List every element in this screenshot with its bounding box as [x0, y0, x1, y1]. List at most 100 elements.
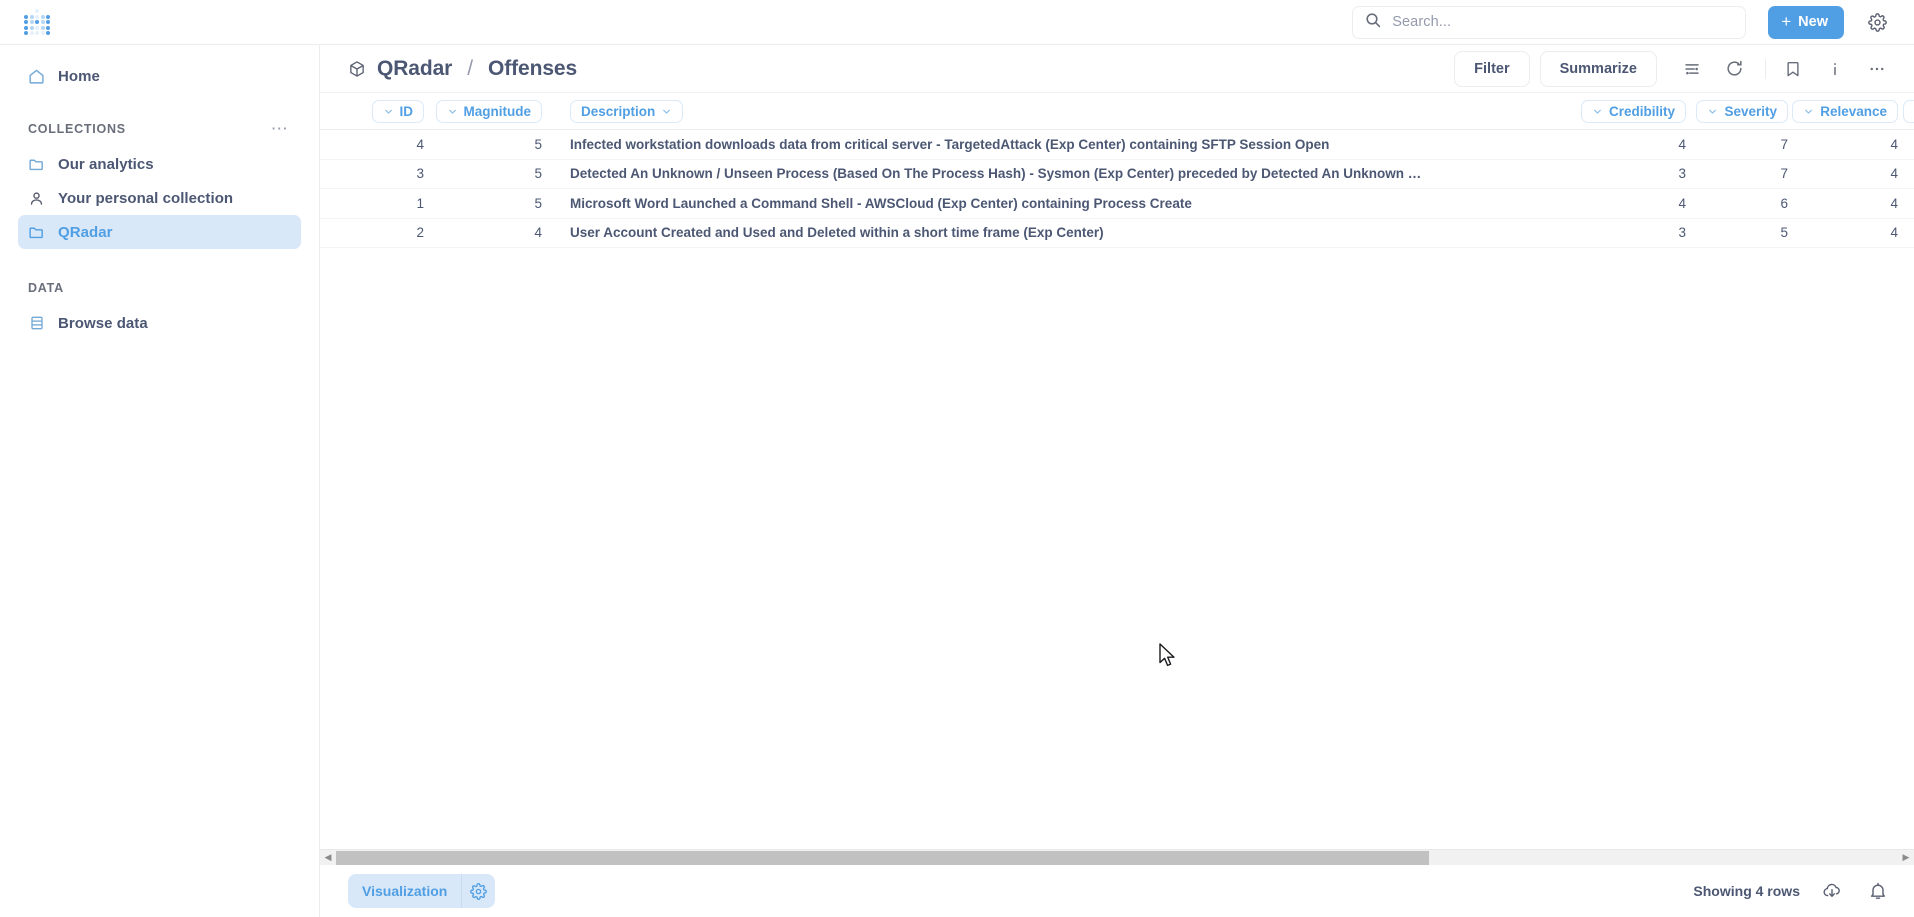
question-header: QRadar / Offenses Filter Summarize — [320, 45, 1914, 92]
cell-relevance[interactable]: 4 — [1802, 218, 1912, 248]
cell-severity[interactable]: 6 — [1700, 188, 1802, 219]
column-header-label: ID — [399, 103, 414, 119]
visualization-control-group: Visualization — [348, 874, 496, 908]
cell-description[interactable]: Infected workstation downloads data from… — [556, 129, 1582, 160]
column-pill-magnitude[interactable]: Magnitude — [435, 99, 542, 123]
visualization-button[interactable]: Visualization — [348, 874, 461, 908]
app-root: Search... + New Home COLLECTIONS ⋯ Our a… — [0, 0, 1914, 917]
column-pill-severity[interactable]: Severity — [1696, 99, 1788, 123]
column-header-description[interactable]: Description — [556, 93, 1582, 130]
sidebar-item-label: Browse data — [58, 314, 148, 332]
cell-credibility[interactable]: 3 — [1582, 218, 1700, 248]
column-header-label: Description — [581, 103, 656, 119]
column-header-credibility[interactable]: Credibility — [1580, 93, 1700, 130]
column-pill-credibility[interactable]: Credibility — [1580, 99, 1686, 123]
scrollbar-thumb[interactable] — [336, 850, 1430, 865]
data-list: Browse data — [0, 306, 319, 340]
row-count-label: Showing 4 rows — [1693, 883, 1800, 899]
cell-description[interactable]: Microsoft Word Launched a Command Shell … — [556, 188, 1582, 219]
column-pill-id[interactable]: ID — [371, 99, 424, 123]
cell-id[interactable]: 2 — [320, 218, 438, 248]
info-icon[interactable] — [1820, 54, 1850, 84]
sidebar-item-label: Home — [58, 67, 100, 85]
cell-credibility[interactable]: 4 — [1582, 129, 1700, 160]
folder-icon — [28, 224, 45, 241]
cell-credibility[interactable]: 3 — [1582, 159, 1700, 189]
scrollbar-track[interactable] — [336, 850, 1898, 866]
home-icon — [28, 68, 45, 85]
cloud-download-icon[interactable] — [1818, 877, 1846, 905]
scroll-left-arrow[interactable]: ◀ — [320, 852, 336, 863]
column-header-label: Credibility — [1608, 103, 1675, 119]
visualization-settings-gear-icon[interactable] — [461, 874, 495, 908]
list-settings-icon[interactable] — [1677, 54, 1707, 84]
column-header-relevance[interactable]: Relevance — [1792, 93, 1912, 130]
column-header-label: Severity — [1724, 103, 1777, 119]
table-header: ID Magnitude Description Credibility Sev… — [320, 93, 1914, 130]
plus-icon: + — [1781, 12, 1792, 31]
ellipsis-icon[interactable] — [1862, 54, 1892, 84]
new-button-label: New — [1798, 14, 1828, 30]
summarize-button[interactable]: Summarize — [1539, 50, 1657, 87]
cell-magnitude[interactable]: 5 — [438, 188, 556, 219]
breadcrumb-separator: / — [467, 56, 474, 80]
sidebar-item-home[interactable]: Home — [18, 59, 301, 93]
cell-description[interactable]: User Account Created and Used and Delete… — [556, 218, 1582, 248]
column-pill-eventcount[interactable]: Eventcount — [1903, 99, 1914, 123]
cell-credibility[interactable]: 4 — [1582, 188, 1700, 219]
search-bar[interactable]: Search... — [1352, 5, 1747, 39]
cell-id[interactable]: 3 — [320, 159, 438, 189]
column-header-label: Magnitude — [463, 103, 532, 119]
header-divider — [1765, 58, 1766, 79]
cell-description[interactable]: Detected An Unknown / Unseen Process (Ba… — [556, 159, 1582, 189]
column-header-id[interactable]: ID — [320, 93, 438, 130]
bookmark-icon[interactable] — [1778, 54, 1808, 84]
cell-relevance[interactable]: 4 — [1802, 129, 1912, 160]
results-table: ID Magnitude Description Credibility Sev… — [320, 93, 1914, 248]
bell-icon[interactable] — [1864, 877, 1892, 905]
scroll-right-arrow[interactable]: ▶ — [1898, 852, 1914, 863]
collections-more-icon[interactable]: ⋯ — [269, 120, 291, 137]
cell-id[interactable]: 1 — [320, 188, 438, 219]
breadcrumb[interactable]: QRadar / Offenses — [348, 57, 577, 81]
sidebar-item-qradar[interactable]: QRadar — [18, 215, 301, 249]
new-button[interactable]: + New — [1768, 5, 1844, 39]
column-header-severity[interactable]: Severity — [1696, 93, 1802, 130]
cell-relevance[interactable]: 4 — [1802, 188, 1912, 219]
cell-magnitude[interactable]: 5 — [438, 129, 556, 160]
breadcrumb-collection[interactable]: QRadar — [377, 57, 452, 81]
column-pill-relevance[interactable]: Relevance — [1792, 99, 1898, 123]
cell-severity[interactable]: 7 — [1700, 159, 1802, 189]
column-header-magnitude[interactable]: Magnitude — [435, 93, 556, 130]
metabase-logo[interactable] — [24, 9, 50, 35]
sidebar-item-our-analytics[interactable]: Our analytics — [18, 147, 301, 181]
cell-magnitude[interactable]: 5 — [438, 159, 556, 189]
collections-section-title: COLLECTIONS — [28, 122, 126, 136]
cell-severity[interactable]: 5 — [1700, 218, 1802, 248]
cell-magnitude[interactable]: 4 — [438, 218, 556, 248]
cell-severity[interactable]: 7 — [1700, 129, 1802, 160]
app-body: Home COLLECTIONS ⋯ Our analytics Your pe… — [0, 45, 1914, 917]
column-pill-description[interactable]: Description — [570, 99, 684, 123]
sidebar-item-your-personal-collection[interactable]: Your personal collection — [18, 181, 301, 215]
settings-gear-icon[interactable] — [1864, 9, 1890, 35]
data-section-title: DATA — [28, 281, 64, 295]
cell-id[interactable]: 4 — [320, 129, 438, 160]
sidebar-item-label: Our analytics — [58, 155, 154, 173]
chevron-down-icon — [447, 106, 458, 117]
column-header-label: Relevance — [1820, 103, 1887, 119]
filter-button[interactable]: Filter — [1454, 50, 1530, 87]
horizontal-scrollbar[interactable]: ◀ ▶ — [320, 849, 1914, 865]
refresh-icon[interactable] — [1719, 54, 1749, 84]
search-input-placeholder[interactable]: Search... — [1392, 14, 1451, 30]
search-icon — [1365, 12, 1381, 33]
table-row[interactable]: 3 5 Detected An Unknown / Unseen Process… — [320, 159, 1914, 189]
table-row[interactable]: 1 5 Microsoft Word Launched a Command Sh… — [320, 188, 1914, 219]
sidebar-item-browse-data[interactable]: Browse data — [18, 306, 301, 340]
table-row[interactable]: 2 4 User Account Created and Used and De… — [320, 218, 1914, 248]
table-empty-space — [320, 248, 1914, 849]
cell-relevance[interactable]: 4 — [1802, 159, 1912, 189]
table-row[interactable]: 4 5 Infected workstation downloads data … — [320, 129, 1914, 160]
chevron-down-icon — [1803, 106, 1814, 117]
table-header-row: ID Magnitude Description Credibility Sev… — [320, 93, 1914, 130]
